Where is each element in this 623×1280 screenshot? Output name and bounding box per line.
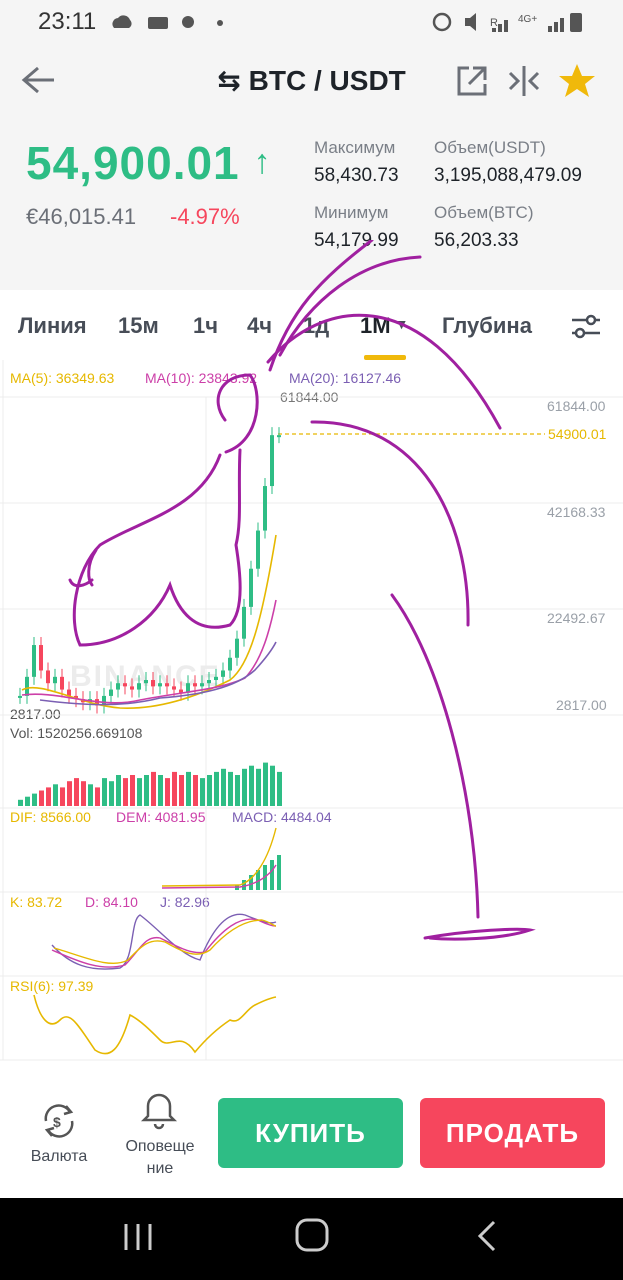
high-value: 58,430.73 [314,165,399,186]
status-icons-left [112,15,223,29]
back-nav-icon[interactable] [472,1218,502,1254]
currency-exchange-icon[interactable]: $ [38,1100,80,1142]
compare-icon[interactable] [506,64,542,98]
vol-btc-label: Объем(BTC) [434,203,534,222]
handwritten-annotation [68,240,536,941]
svg-text:R: R [490,17,498,29]
fiat-price: €46,015.41 [26,204,137,229]
low-label: Минимум [314,203,389,222]
home-icon[interactable] [293,1216,331,1254]
star-icon[interactable] [558,62,596,98]
last-price: 54,900.01 ↑ [26,137,272,189]
bell-icon[interactable] [140,1088,178,1130]
status-time: 23:11 [38,8,97,35]
price-change: -4.97% [170,204,240,229]
svg-text:$: $ [53,1114,61,1130]
alerts-label[interactable]: Оповеще ние [116,1136,204,1180]
vol-usdt-label: Объем(USDT) [434,138,546,157]
rsi-line [33,994,277,1055]
system-nav-bar [0,1198,623,1280]
vol-usdt-value: 3,195,088,479.09 [434,165,582,186]
currency-label[interactable]: Валюта [10,1148,108,1166]
buy-button[interactable]: КУПИТЬ [218,1098,403,1168]
recents-icon[interactable] [120,1220,156,1254]
swap-icon: ⇆ [217,65,241,96]
share-icon[interactable] [455,64,489,98]
high-label: Максимум [314,138,396,157]
sell-button[interactable]: ПРОДАТЬ [420,1098,605,1168]
status-bar: 23:11 R 4G+ [0,0,623,44]
status-icons-right: R 4G+ [432,12,582,32]
svg-text:4G+: 4G+ [518,14,537,25]
up-arrow-icon: ↑ [253,143,272,181]
